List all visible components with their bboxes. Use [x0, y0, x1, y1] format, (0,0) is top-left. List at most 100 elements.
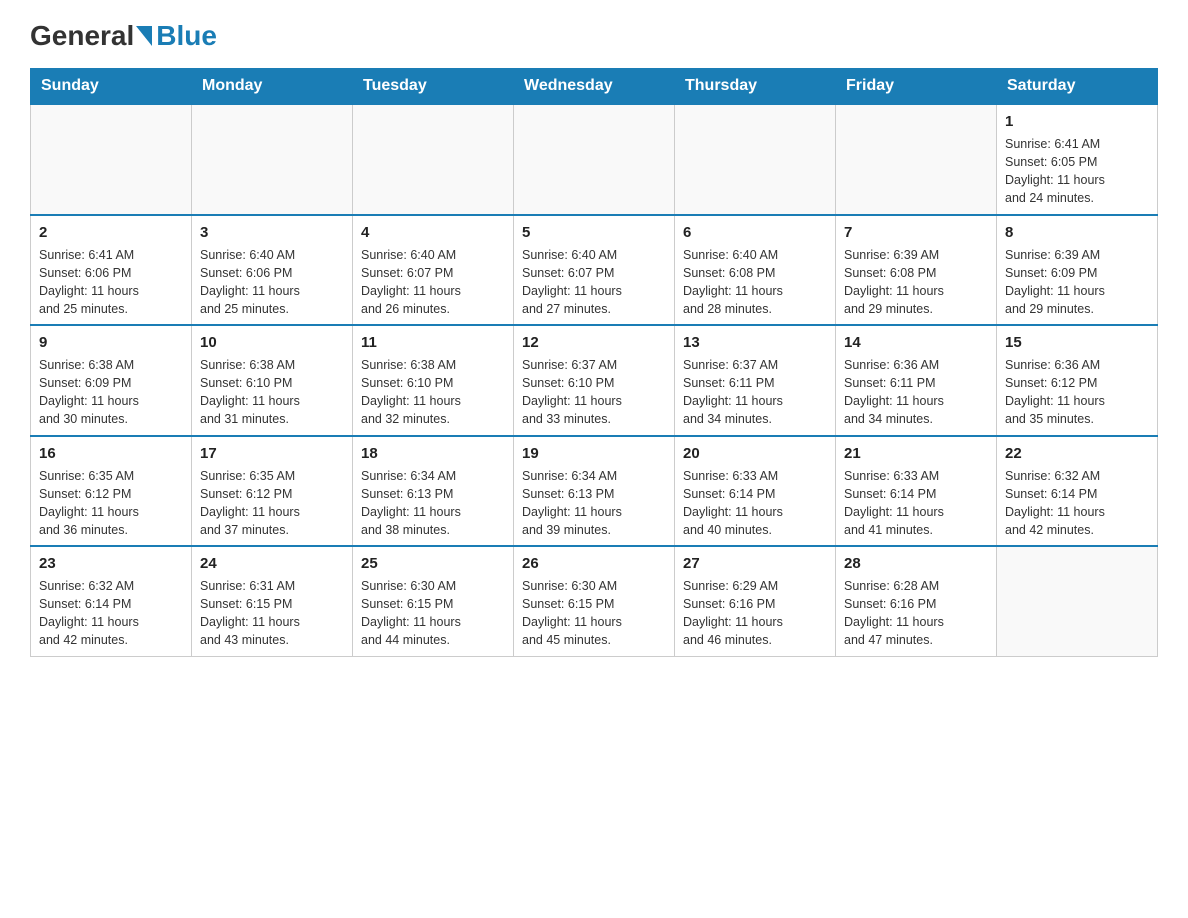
- calendar-cell: 6Sunrise: 6:40 AMSunset: 6:08 PMDaylight…: [675, 215, 836, 326]
- calendar-cell: 5 Sunrise: 6:40 AMSunset: 6:07 PMDaylight…: [514, 215, 675, 326]
- logo-blue-text: Blue: [156, 20, 217, 52]
- day-info: Sunrise: 6:40 AMSunset: 6:06 PMDaylight:…: [200, 246, 344, 319]
- calendar-cell: 20 Sunrise: 6:33 AMSunset: 6:14 PMDayligh…: [675, 436, 836, 547]
- day-info: Sunrise: 6:39 AMSunset: 6:09 PMDaylight:…: [1005, 246, 1149, 319]
- calendar-header-sunday: Sunday: [31, 69, 192, 105]
- day-info: Sunrise: 6:30 AMSunset: 6:15 PMDaylight:…: [361, 577, 505, 650]
- week-row-4: 16 Sunrise: 6:35 AMSunset: 6:12 PMDayligh…: [31, 436, 1158, 547]
- day-number: 7: [844, 222, 988, 243]
- day-number: 1: [1005, 111, 1149, 132]
- calendar-cell: 10 Sunrise: 6:38 AMSunset: 6:10 PMDayligh…: [192, 325, 353, 436]
- calendar-header-thursday: Thursday: [675, 69, 836, 105]
- week-row-1: 1 Sunrise: 6:41 AMSunset: 6:05 PMDaylight…: [31, 104, 1158, 215]
- day-info: Sunrise: 6:29 AMSunset: 6:16 PMDaylight:…: [683, 577, 827, 650]
- day-info: Sunrise: 6:34 AMSunset: 6:13 PMDaylight:…: [361, 467, 505, 540]
- calendar-cell: 19 Sunrise: 6:34 AMSunset: 6:13 PMDayligh…: [514, 436, 675, 547]
- logo-general-text: General: [30, 20, 134, 52]
- day-info: Sunrise: 6:37 AMSunset: 6:11 PMDaylight:…: [683, 356, 827, 429]
- day-info: Sunrise: 6:36 AMSunset: 6:11 PMDaylight:…: [844, 356, 988, 429]
- day-info: Sunrise: 6:35 AMSunset: 6:12 PMDaylight:…: [200, 467, 344, 540]
- day-number: 15: [1005, 332, 1149, 353]
- logo: General Blue: [30, 20, 217, 52]
- calendar-cell: 1 Sunrise: 6:41 AMSunset: 6:05 PMDaylight…: [997, 104, 1158, 215]
- day-number: 25: [361, 553, 505, 574]
- day-number: 22: [1005, 443, 1149, 464]
- calendar-cell: [836, 104, 997, 215]
- calendar-cell: 15 Sunrise: 6:36 AMSunset: 6:12 PMDayligh…: [997, 325, 1158, 436]
- day-info: Sunrise: 6:35 AMSunset: 6:12 PMDaylight:…: [39, 467, 183, 540]
- calendar-cell: 16 Sunrise: 6:35 AMSunset: 6:12 PMDayligh…: [31, 436, 192, 547]
- calendar-cell: 17 Sunrise: 6:35 AMSunset: 6:12 PMDayligh…: [192, 436, 353, 547]
- day-info: Sunrise: 6:32 AMSunset: 6:14 PMDaylight:…: [1005, 467, 1149, 540]
- page-header: General Blue: [30, 20, 1158, 52]
- calendar-cell: [353, 104, 514, 215]
- calendar-header-saturday: Saturday: [997, 69, 1158, 105]
- day-info: Sunrise: 6:40 AMSunset: 6:07 PMDaylight:…: [361, 246, 505, 319]
- day-info: Sunrise: 6:30 AMSunset: 6:15 PMDaylight:…: [522, 577, 666, 650]
- day-info: Sunrise: 6:36 AMSunset: 6:12 PMDaylight:…: [1005, 356, 1149, 429]
- calendar-header-row: SundayMondayTuesdayWednesdayThursdayFrid…: [31, 69, 1158, 105]
- day-number: 19: [522, 443, 666, 464]
- day-number: 13: [683, 332, 827, 353]
- day-info: Sunrise: 6:38 AMSunset: 6:10 PMDaylight:…: [200, 356, 344, 429]
- calendar-cell: 23Sunrise: 6:32 AMSunset: 6:14 PMDayligh…: [31, 546, 192, 656]
- calendar-cell: 7 Sunrise: 6:39 AMSunset: 6:08 PMDaylight…: [836, 215, 997, 326]
- day-number: 24: [200, 553, 344, 574]
- day-number: 21: [844, 443, 988, 464]
- calendar-cell: 28 Sunrise: 6:28 AMSunset: 6:16 PMDayligh…: [836, 546, 997, 656]
- day-number: 17: [200, 443, 344, 464]
- calendar-cell: 27 Sunrise: 6:29 AMSunset: 6:16 PMDayligh…: [675, 546, 836, 656]
- calendar-cell: [514, 104, 675, 215]
- calendar-cell: 9 Sunrise: 6:38 AMSunset: 6:09 PMDaylight…: [31, 325, 192, 436]
- day-number: 20: [683, 443, 827, 464]
- calendar-header-tuesday: Tuesday: [353, 69, 514, 105]
- day-number: 16: [39, 443, 183, 464]
- day-number: 23: [39, 553, 183, 574]
- day-number: 28: [844, 553, 988, 574]
- calendar-cell: 3 Sunrise: 6:40 AMSunset: 6:06 PMDaylight…: [192, 215, 353, 326]
- calendar-cell: [997, 546, 1158, 656]
- day-number: 9: [39, 332, 183, 353]
- calendar-table: SundayMondayTuesdayWednesdayThursdayFrid…: [30, 68, 1158, 657]
- calendar-cell: 25 Sunrise: 6:30 AMSunset: 6:15 PMDayligh…: [353, 546, 514, 656]
- day-info: Sunrise: 6:28 AMSunset: 6:16 PMDaylight:…: [844, 577, 988, 650]
- day-number: 12: [522, 332, 666, 353]
- calendar-cell: 13 Sunrise: 6:37 AMSunset: 6:11 PMDayligh…: [675, 325, 836, 436]
- calendar-header-monday: Monday: [192, 69, 353, 105]
- day-number: 6: [683, 222, 827, 243]
- calendar-cell: 22 Sunrise: 6:32 AMSunset: 6:14 PMDayligh…: [997, 436, 1158, 547]
- day-info: Sunrise: 6:33 AMSunset: 6:14 PMDaylight:…: [683, 467, 827, 540]
- day-number: 27: [683, 553, 827, 574]
- day-number: 14: [844, 332, 988, 353]
- day-number: 8: [1005, 222, 1149, 243]
- day-info: Sunrise: 6:39 AMSunset: 6:08 PMDaylight:…: [844, 246, 988, 319]
- calendar-cell: 18 Sunrise: 6:34 AMSunset: 6:13 PMDayligh…: [353, 436, 514, 547]
- day-number: 10: [200, 332, 344, 353]
- day-number: 11: [361, 332, 505, 353]
- calendar-cell: 4 Sunrise: 6:40 AMSunset: 6:07 PMDaylight…: [353, 215, 514, 326]
- day-number: 5: [522, 222, 666, 243]
- calendar-header-friday: Friday: [836, 69, 997, 105]
- week-row-3: 9 Sunrise: 6:38 AMSunset: 6:09 PMDaylight…: [31, 325, 1158, 436]
- day-info: Sunrise: 6:38 AMSunset: 6:09 PMDaylight:…: [39, 356, 183, 429]
- day-number: 4: [361, 222, 505, 243]
- day-info: Sunrise: 6:38 AMSunset: 6:10 PMDaylight:…: [361, 356, 505, 429]
- week-row-2: 2 Sunrise: 6:41 AMSunset: 6:06 PMDaylight…: [31, 215, 1158, 326]
- calendar-cell: 2 Sunrise: 6:41 AMSunset: 6:06 PMDaylight…: [31, 215, 192, 326]
- day-info: Sunrise: 6:41 AMSunset: 6:05 PMDaylight:…: [1005, 135, 1149, 208]
- calendar-cell: 11 Sunrise: 6:38 AMSunset: 6:10 PMDayligh…: [353, 325, 514, 436]
- calendar-cell: 24Sunrise: 6:31 AMSunset: 6:15 PMDayligh…: [192, 546, 353, 656]
- day-info: Sunrise: 6:37 AMSunset: 6:10 PMDaylight:…: [522, 356, 666, 429]
- day-number: 2: [39, 222, 183, 243]
- day-number: 18: [361, 443, 505, 464]
- week-row-5: 23Sunrise: 6:32 AMSunset: 6:14 PMDayligh…: [31, 546, 1158, 656]
- day-number: 26: [522, 553, 666, 574]
- logo-triangle-icon: [136, 26, 152, 46]
- calendar-cell: [675, 104, 836, 215]
- day-info: Sunrise: 6:40 AMSunset: 6:07 PMDaylight:…: [522, 246, 666, 319]
- day-info: Sunrise: 6:34 AMSunset: 6:13 PMDaylight:…: [522, 467, 666, 540]
- calendar-cell: [192, 104, 353, 215]
- day-info: Sunrise: 6:41 AMSunset: 6:06 PMDaylight:…: [39, 246, 183, 319]
- day-number: 3: [200, 222, 344, 243]
- day-info: Sunrise: 6:33 AMSunset: 6:14 PMDaylight:…: [844, 467, 988, 540]
